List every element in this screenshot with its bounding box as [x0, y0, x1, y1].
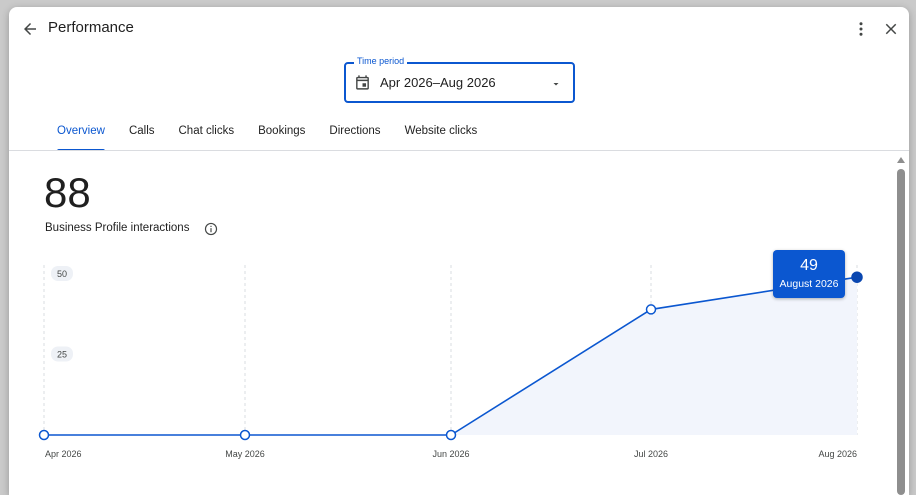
- data-point: [851, 271, 863, 283]
- x-tick-label: Jun 2026: [432, 449, 469, 459]
- back-button[interactable]: [17, 16, 43, 42]
- metric-label: Business Profile interactions: [45, 222, 190, 234]
- info-icon[interactable]: [204, 222, 218, 236]
- close-icon: [885, 23, 897, 35]
- tab-calls[interactable]: Calls: [117, 115, 167, 151]
- tab-website-clicks[interactable]: Website clicks: [393, 115, 490, 151]
- time-period-select[interactable]: Time period Apr 2026–Aug 2026: [344, 56, 575, 103]
- scrollbar-thumb[interactable]: [897, 169, 905, 495]
- dialog-header: Performance: [9, 7, 909, 51]
- x-tick-label: May 2026: [225, 449, 265, 459]
- metric-value: 88: [44, 169, 91, 216]
- x-tick-label: Aug 2026: [818, 449, 857, 459]
- data-point: [38, 429, 50, 441]
- time-period-label: Time period: [354, 56, 408, 66]
- performance-dialog: Performance Time period Apr 2026–Aug 202…: [9, 7, 909, 495]
- tabs-divider: [9, 150, 909, 151]
- tooltip-date: August 2026: [779, 278, 839, 290]
- y-tick-label: 50: [57, 269, 67, 279]
- arrow-left-icon: [24, 23, 36, 35]
- scroll-up-arrow[interactable]: [896, 155, 906, 165]
- interactions-chart: 25 50 Apr 2026 May 2026 Jun 2026 Jul 2026 Aug …: [38, 265, 863, 459]
- y-tick-label: 25: [57, 350, 67, 360]
- data-point: [239, 429, 251, 441]
- tab-chat-clicks[interactable]: Chat clicks: [167, 115, 247, 151]
- caret-down-icon: [553, 83, 559, 86]
- x-tick-label: Jul 2026: [634, 449, 668, 459]
- x-tick-label: Apr 2026: [45, 449, 82, 459]
- close-button[interactable]: [879, 16, 903, 42]
- tooltip-value: 49: [800, 257, 818, 274]
- tab-bookings[interactable]: Bookings: [246, 115, 317, 151]
- tab-bar: Overview Calls Chat clicks Bookings Dire…: [45, 115, 489, 151]
- calendar-icon: [356, 75, 369, 90]
- page-title: Performance: [48, 19, 134, 36]
- time-period-value: Apr 2026–Aug 2026: [380, 75, 496, 90]
- tab-overview[interactable]: Overview: [45, 115, 117, 151]
- data-point: [445, 429, 457, 441]
- tab-directions[interactable]: Directions: [317, 115, 392, 151]
- data-point: [645, 304, 657, 315]
- chart-tooltip: 49 August 2026: [773, 250, 845, 298]
- more-options-button[interactable]: [849, 16, 873, 42]
- more-vert-icon: [859, 22, 863, 36]
